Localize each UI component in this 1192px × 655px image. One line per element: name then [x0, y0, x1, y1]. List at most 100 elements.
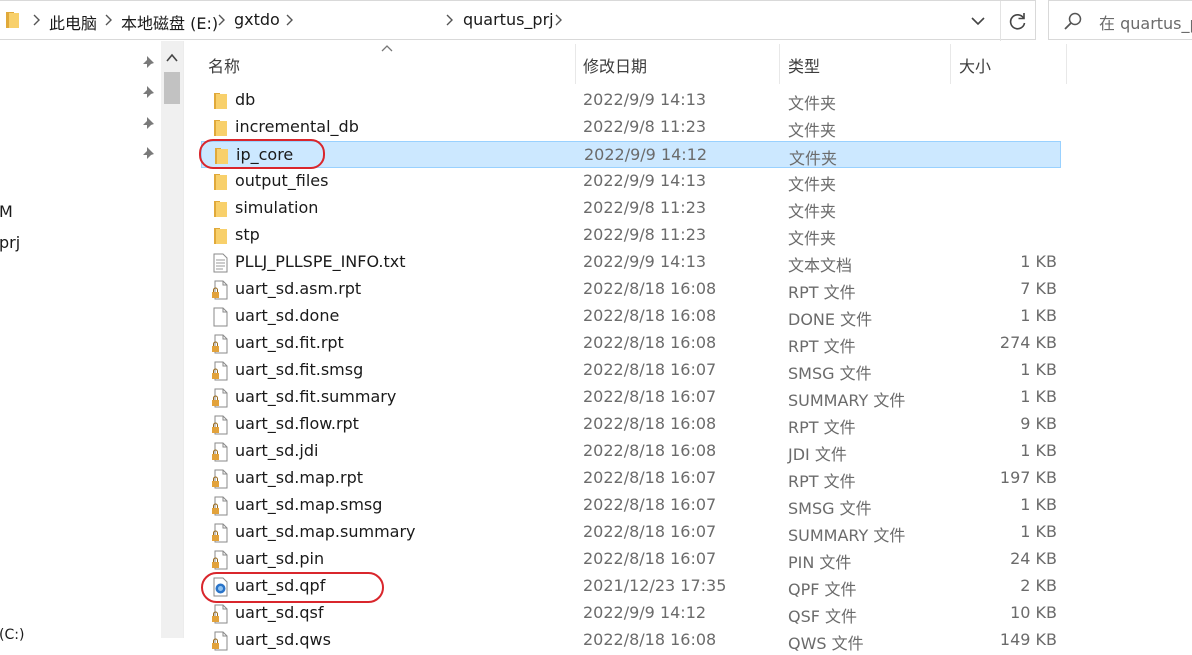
file-size: 9 KB [1020, 414, 1057, 433]
file-row[interactable]: simulation 2022/9/8 11:23 文件夹 [201, 195, 1061, 222]
file-date: 2022/9/9 14:12 [584, 145, 708, 164]
breadcrumb-gxtdo[interactable]: gxtdo [234, 10, 280, 29]
column-header-date[interactable]: 修改日期 [583, 53, 647, 77]
pin-icon[interactable] [142, 116, 156, 130]
file-row[interactable]: uart_sd.qsf 2022/9/9 14:12 QSF 文件 10 KB [201, 600, 1061, 627]
locked-file-icon [211, 388, 229, 408]
file-row[interactable]: db 2022/9/9 14:13 文件夹 [201, 87, 1061, 114]
file-row[interactable]: uart_sd.map.smsg 2022/8/18 16:07 SMSG 文件 1 … [201, 492, 1061, 519]
file-name: uart_sd.qpf [235, 576, 326, 595]
chevron-right-icon[interactable] [31, 13, 41, 27]
locked-file-icon [211, 523, 229, 543]
file-row[interactable]: uart_sd.flow.rpt 2022/8/18 16:08 RPT 文件 9 K… [201, 411, 1061, 438]
file-row[interactable]: incremental_db 2022/9/8 11:23 文件夹 [201, 114, 1061, 141]
sort-ascending-icon [381, 45, 393, 52]
file-type: 文件夹 [788, 121, 837, 140]
file-row[interactable]: uart_sd.map.rpt 2022/8/18 16:07 RPT 文件 197 … [201, 465, 1061, 492]
nav-scrollbar[interactable] [161, 41, 183, 638]
file-row[interactable]: uart_sd.jdi 2022/8/18 16:08 JDI 文件 1 KB [201, 438, 1061, 465]
column-divider[interactable] [950, 44, 951, 84]
file-row[interactable]: uart_sd.done 2022/8/18 16:08 DONE 文件 1 KB [201, 303, 1061, 330]
file-row[interactable]: uart_sd.fit.rpt 2022/8/18 16:08 RPT 文件 274 … [201, 330, 1061, 357]
file-name: PLLJ_PLLSPE_INFO.txt [235, 252, 406, 271]
file-type: SUMMARY 文件 [788, 526, 906, 545]
chevron-right-icon[interactable] [103, 13, 113, 27]
file-date: 2022/8/18 16:08 [583, 414, 717, 433]
file-size: 1 KB [1020, 306, 1057, 325]
file-type: 文件夹 [788, 202, 837, 221]
locked-file-icon [211, 361, 229, 381]
file-date: 2022/8/18 16:08 [583, 333, 717, 352]
folder-icon [211, 118, 229, 138]
chevron-right-icon[interactable] [216, 13, 226, 27]
chevron-down-icon[interactable] [966, 11, 990, 31]
nav-item-label[interactable]: M [0, 202, 13, 221]
column-divider[interactable] [1066, 44, 1067, 84]
file-date: 2022/8/18 16:08 [583, 279, 717, 298]
file-date: 2022/8/18 16:08 [583, 306, 717, 325]
locked-file-icon [211, 496, 229, 516]
file-date: 2022/9/9 14:12 [583, 603, 707, 622]
file-row[interactable]: uart_sd.fit.smsg 2022/8/18 16:07 SMSG 文件 1 … [201, 357, 1061, 384]
file-row[interactable]: uart_sd.qpf 2021/12/23 17:35 QPF 文件 2 KB [201, 573, 1061, 600]
nav-item-label[interactable]: prj [0, 233, 20, 252]
pin-icon[interactable] [142, 146, 156, 160]
file-size: 1 KB [1020, 360, 1057, 379]
column-header-type[interactable]: 类型 [788, 53, 820, 77]
file-name: uart_sd.qws [235, 630, 331, 649]
file-row[interactable]: PLLJ_PLLSPE_INFO.txt 2022/9/9 14:13 文本文档 1 … [201, 249, 1061, 276]
pin-icon[interactable] [142, 55, 156, 69]
file-name: simulation [235, 198, 319, 217]
chevron-right-icon[interactable] [284, 13, 294, 27]
file-type: PIN 文件 [788, 553, 852, 572]
file-size: 10 KB [1010, 603, 1057, 622]
nav-item-label[interactable]: (C:) [0, 627, 24, 643]
file-name: ip_core [236, 145, 294, 164]
file-row[interactable]: uart_sd.map.summary 2022/8/18 16:07 SUMMAR… [201, 519, 1061, 546]
scrollbar-thumb[interactable] [164, 72, 180, 104]
column-divider[interactable] [575, 44, 576, 84]
file-size: 274 KB [999, 333, 1057, 352]
address-bar[interactable]: 此电脑 本地磁盘 (E:) gxtdo quartus_prj [0, 0, 1036, 41]
file-date: 2021/12/23 17:35 [583, 576, 727, 595]
file-row[interactable]: stp 2022/9/8 11:23 文件夹 [201, 222, 1061, 249]
column-header-size[interactable]: 大小 [959, 53, 991, 77]
file-size: 1 KB [1020, 252, 1057, 271]
file-type: RPT 文件 [788, 418, 856, 437]
pin-icon[interactable] [142, 85, 156, 99]
file-date: 2022/8/18 16:08 [583, 441, 717, 460]
file-type: SUMMARY 文件 [788, 391, 906, 410]
file-size: 7 KB [1020, 279, 1057, 298]
file-row[interactable]: uart_sd.asm.rpt 2022/8/18 16:08 RPT 文件 7 KB [201, 276, 1061, 303]
breadcrumb-quartus-prj[interactable]: quartus_prj [463, 10, 554, 29]
file-type: QSF 文件 [788, 607, 858, 626]
file-row[interactable]: output_files 2022/9/9 14:13 文件夹 [201, 168, 1061, 195]
file-name: uart_sd.map.smsg [235, 495, 383, 514]
search-input[interactable]: 在 quartus_p [1099, 10, 1192, 34]
file-row[interactable]: ip_core 2022/9/9 14:12 文件夹 [201, 141, 1061, 168]
file-type: 文件夹 [788, 94, 837, 113]
search-box[interactable]: 在 quartus_p [1048, 0, 1192, 40]
file-name: uart_sd.map.rpt [235, 468, 364, 487]
column-header-name[interactable]: 名称 [208, 53, 240, 77]
file-name: uart_sd.asm.rpt [235, 279, 362, 298]
file-row[interactable]: uart_sd.pin 2022/8/18 16:07 PIN 文件 24 KB [201, 546, 1061, 573]
file-name: uart_sd.fit.rpt [235, 333, 344, 352]
locked-file-icon [211, 550, 229, 570]
breadcrumb-this-pc[interactable]: 此电脑 [49, 10, 97, 34]
breadcrumb-local-disk[interactable]: 本地磁盘 (E:) [121, 10, 218, 34]
chevron-up-icon[interactable] [161, 48, 183, 68]
file-row[interactable]: uart_sd.qws 2022/8/18 16:08 QWS 文件 149 KB [201, 627, 1061, 654]
refresh-icon[interactable] [1005, 9, 1031, 33]
file-type: RPT 文件 [788, 472, 856, 491]
column-divider[interactable] [779, 44, 780, 84]
file-row[interactable]: uart_sd.fit.summary 2022/8/18 16:07 SUMMAR… [201, 384, 1061, 411]
chevron-right-icon[interactable] [553, 13, 563, 27]
file-date: 2022/8/18 16:07 [583, 495, 717, 514]
file-name: uart_sd.pin [235, 549, 325, 568]
file-name: uart_sd.fit.summary [235, 387, 397, 406]
folder-icon [212, 146, 230, 166]
chevron-right-icon[interactable] [444, 13, 454, 27]
file-icon [211, 307, 229, 327]
file-date: 2022/9/9 14:13 [583, 171, 707, 190]
